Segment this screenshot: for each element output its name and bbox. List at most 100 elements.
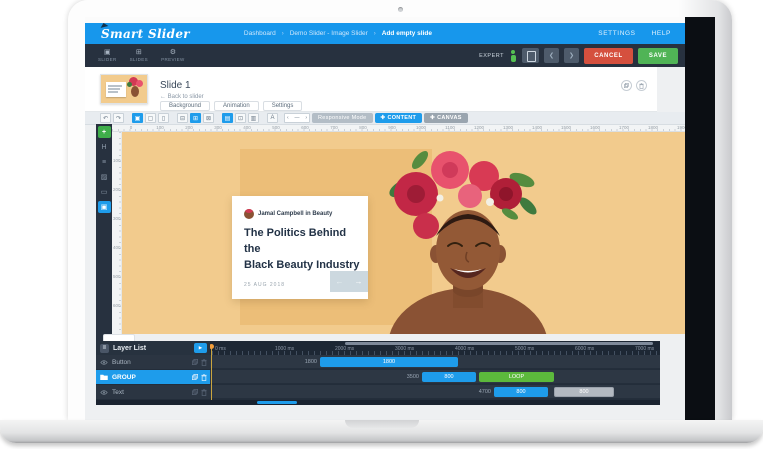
eye-icon[interactable] [100,359,108,365]
zoom-control[interactable]: ‹ — › [284,113,310,123]
laptop-base [0,420,763,443]
add-content-button[interactable]: ✚ CONTENT [374,113,423,123]
align-left-icon[interactable]: ⊟ [177,113,188,123]
next-slide-button[interactable]: ❯ [564,48,579,63]
slider-icon: ▣ [104,49,111,56]
heading-layer-icon[interactable]: H [98,141,111,153]
animation-bar[interactable]: 800 [494,387,548,397]
breadcrumb-item[interactable]: Add empty slide [382,30,432,37]
h-ruler-label: 1000 [415,125,427,130]
slider-button[interactable]: ▣ SLIDER [98,49,117,62]
timeline-lane-text: 4700 800 800 [210,385,660,399]
delete-layer-icon[interactable] [201,358,207,366]
font-scale-icon[interactable]: A [267,113,278,123]
tab-animation[interactable]: Animation [214,101,259,111]
delete-layer-icon[interactable] [201,388,207,396]
tab-settings[interactable]: Settings [262,101,303,111]
button-layer-icon[interactable]: ▭ [98,186,111,198]
device-desktop-icon[interactable]: ▣ [132,113,143,123]
layer-row-text[interactable]: Text [96,385,210,399]
layer-name: GROUP [112,373,136,381]
play-animations-button[interactable]: ▶ [194,343,207,353]
add-layer-icon[interactable]: + [97,126,111,138]
prev-slide-button[interactable]: ❮ [544,48,559,63]
layer-list: ≣ Layer List ▶ Button GROUP Text [96,341,210,400]
h-ruler-label: 300 [214,125,222,130]
guides-icon[interactable]: ▤ [222,113,233,123]
logo-text: Smart Slider [101,26,190,41]
timeline-lane-button: 1800 1800 [210,355,660,369]
help-link[interactable]: HELP [652,30,671,37]
animation-bar[interactable]: LOOP [479,372,554,382]
card-title[interactable]: The Politics Behind the Black Beauty Ind… [244,226,364,274]
eye-icon[interactable] [100,389,108,395]
delete-slide-icon[interactable] [636,80,647,91]
app-logo[interactable]: Smart Slider [99,21,190,41]
undo-icon[interactable]: ↶ [100,113,111,123]
folder-icon[interactable] [100,374,108,380]
slides-button[interactable]: ⊞ SLIDES [130,49,148,62]
prev-arrow-button[interactable]: ← [330,271,349,292]
layer-list-toggle-icon[interactable]: ▣ [97,201,111,213]
delete-layer-icon[interactable] [201,373,207,381]
duplicate-layer-icon[interactable] [192,373,198,381]
duplicate-slide-icon[interactable] [621,80,632,91]
zoom-value: — [294,115,300,121]
responsive-mode-button[interactable]: Responsive Mode [312,113,373,123]
next-arrow-button[interactable]: → [349,271,368,292]
timeline-ruler[interactable]: 0 ms 1000 ms 2000 ms 3000 ms 4000 ms 5000 ms 6… [210,341,660,355]
zoom-in-icon[interactable]: › [305,115,307,121]
breadcrumb-item[interactable]: Dashboard [244,30,276,37]
device-tablet-icon[interactable]: ▢ [145,113,156,123]
plus-icon: ✚ [430,115,436,121]
grid-icon[interactable]: ▥ [248,113,259,123]
timeline-top-scrollbar[interactable] [345,342,653,345]
tab-background[interactable]: Background [160,101,211,111]
redo-icon[interactable]: ↷ [113,113,124,123]
layer-row-group[interactable]: GROUP [96,370,210,384]
woman-flower-photo[interactable] [350,140,640,334]
text-layer-icon[interactable]: ≡ [98,156,111,168]
layer-list-title: Layer List [113,344,147,352]
cancel-button[interactable]: CANCEL [584,47,633,64]
content-card-group[interactable]: Jamal Campbell in Beauty The Politics Be… [232,196,368,299]
h-ruler-label: 500 [272,125,280,130]
timeline-lane-group: 3500 800 LOOP [210,370,660,384]
v-ruler-label: 400 [113,245,121,250]
duplicate-layer-icon[interactable] [192,388,198,396]
zoom-out-icon[interactable]: ‹ [287,115,289,121]
slide-canvas[interactable]: Jamal Campbell in Beauty The Politics Be… [122,132,685,334]
time-label: 0 ms [215,346,226,352]
back-to-slider-link[interactable]: ← Back to slider [160,94,204,100]
snap-icon[interactable]: ⊡ [235,113,246,123]
slider-label: SLIDER [98,57,117,62]
h-ruler-label: 900 [388,125,396,130]
layer-row-button[interactable]: Button [96,355,210,369]
animation-bar[interactable]: 800 [554,387,614,397]
breadcrumb-item[interactable]: Demo Slider - Image Slider [290,30,368,37]
action-toolbar-left: ▣ SLIDER ⊞ SLIDES ⚙ PREVIEW [98,49,185,62]
horizontal-ruler: 0 100 200 300 400 500 600 700 800 900 1000 1100 1200… [112,125,685,132]
device-mobile-icon[interactable]: ▯ [158,113,169,123]
duplicate-layer-icon[interactable] [192,358,198,366]
camera-dot [398,7,403,12]
align-center-icon[interactable]: ⊞ [190,113,201,123]
expert-toggle-icon[interactable] [509,49,517,62]
preview-button[interactable]: ⚙ PREVIEW [161,49,185,62]
animation-bar[interactable]: 1800 [320,357,458,367]
animation-bar[interactable]: 800 [422,372,476,382]
add-canvas-button[interactable]: ✚ CANVAS [424,113,468,123]
image-layer-icon[interactable]: ▨ [98,171,111,183]
v-ruler-label: 600 [113,303,121,308]
delay-value: 4700 [478,389,491,395]
laptop-base-notch [344,420,419,428]
settings-link[interactable]: SETTINGS [598,30,635,37]
slide-thumbnail[interactable] [100,74,148,104]
timeline-scroll-thumb[interactable] [257,401,297,404]
align-right-icon[interactable]: ⊠ [203,113,214,123]
laptop-screen: Smart Slider Dashboard › Demo Slider - Ima… [68,0,732,420]
save-button[interactable]: SAVE [638,47,678,64]
device-preview-button[interactable] [522,48,539,63]
delay-value: 1800 [304,359,317,365]
preview-icon: ⚙ [169,49,176,56]
